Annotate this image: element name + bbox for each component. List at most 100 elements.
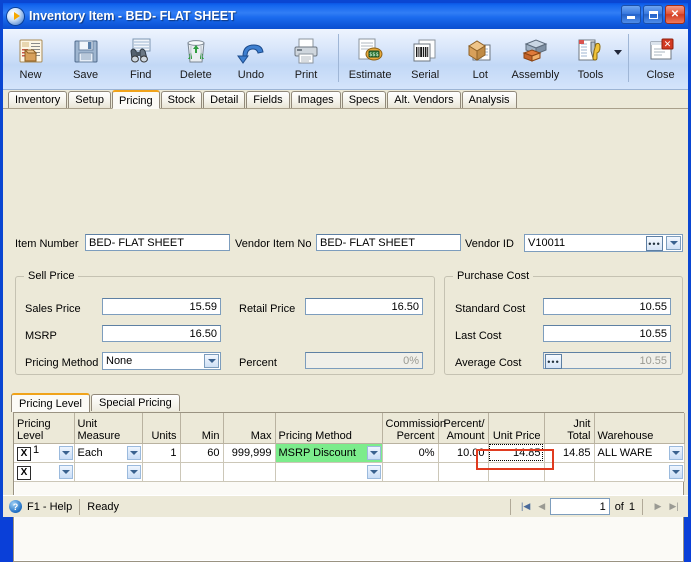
cell-units[interactable]: 1 bbox=[142, 443, 181, 463]
tab-setup[interactable]: Setup bbox=[68, 91, 111, 108]
msrp-input[interactable]: 16.50 bbox=[102, 325, 221, 342]
col-unit-total[interactable]: Jnit Total bbox=[544, 413, 595, 444]
tab-stock[interactable]: Stock bbox=[160, 91, 203, 108]
cell-unit-measure[interactable]: Each bbox=[74, 443, 143, 463]
vendor-id-combo[interactable]: V10011 ••• bbox=[524, 234, 683, 252]
pricing-level-grid[interactable]: Pricing Level Unit Measure Units Min Max… bbox=[13, 412, 685, 562]
vendor-id-dropdown-button[interactable] bbox=[666, 236, 681, 250]
tab-images[interactable]: Images bbox=[290, 91, 341, 108]
col-max[interactable]: Max bbox=[223, 413, 276, 444]
grid-tab-pricing-level[interactable]: Pricing Level bbox=[11, 393, 90, 412]
pricing-method-cell-dropdown-button[interactable] bbox=[366, 464, 381, 479]
toolbar-button-serial[interactable]: Serial bbox=[398, 32, 453, 81]
col-pricing-method[interactable]: Pricing Method bbox=[275, 413, 383, 444]
col-commission-percent[interactable]: Commission Percent bbox=[382, 413, 446, 444]
col-unit-measure[interactable]: Unit Measure bbox=[74, 413, 143, 444]
retail-price-input[interactable]: 16.50 bbox=[305, 298, 423, 315]
first-record-button[interactable]: |◀ bbox=[518, 499, 534, 514]
status-separator-1 bbox=[79, 498, 81, 515]
cell-percent-amount[interactable] bbox=[438, 462, 489, 482]
delete-row-button[interactable]: X bbox=[17, 466, 31, 480]
cell-pricing-method[interactable] bbox=[275, 462, 383, 482]
tab-inventory[interactable]: Inventory bbox=[8, 91, 68, 108]
cell-unit-measure[interactable] bbox=[74, 462, 143, 482]
tab-fields[interactable]: Fields bbox=[246, 91, 290, 108]
warehouse-dropdown-button[interactable] bbox=[668, 464, 683, 479]
toolbar-button-save[interactable]: Save bbox=[58, 32, 113, 81]
toolbar-button-new[interactable]: New bbox=[3, 32, 58, 81]
record-total: 1 bbox=[628, 500, 635, 513]
pricing-level-dropdown-button[interactable] bbox=[58, 464, 73, 479]
cell-commission-percent[interactable]: 0% bbox=[382, 443, 439, 463]
cell-units[interactable] bbox=[142, 462, 181, 482]
unit-measure-dropdown-button[interactable] bbox=[126, 445, 141, 460]
col-units[interactable]: Units bbox=[142, 413, 181, 444]
toolbar-button-assembly[interactable]: Assembly bbox=[508, 32, 563, 81]
col-pricing-level[interactable]: Pricing Level bbox=[14, 413, 75, 444]
cell-min[interactable]: 60 bbox=[180, 443, 224, 463]
next-record-button[interactable]: ▶ bbox=[650, 499, 666, 514]
close-button[interactable]: ✕ bbox=[665, 5, 685, 24]
cell-unit-price[interactable]: 14.85 bbox=[488, 443, 545, 463]
status-help-label[interactable]: F1 - Help bbox=[27, 501, 72, 513]
cell-percent-amount[interactable]: 10.00 bbox=[438, 443, 489, 463]
pricing-method-combo[interactable]: None bbox=[102, 352, 221, 370]
cell-pricing-level[interactable]: X bbox=[14, 462, 75, 482]
toolbar-label-find: Find bbox=[130, 69, 152, 81]
window-title: Inventory Item - BED- FLAT SHEET bbox=[29, 9, 236, 23]
tab-specs[interactable]: Specs bbox=[341, 91, 387, 108]
cell-warehouse[interactable]: ALL WARE bbox=[594, 443, 685, 463]
tab-detail[interactable]: Detail bbox=[203, 91, 246, 108]
grid-tab-special-pricing[interactable]: Special Pricing bbox=[90, 394, 180, 411]
toolbar-button-find[interactable]: Find bbox=[113, 32, 168, 81]
last-record-button[interactable]: ▶| bbox=[666, 499, 682, 514]
item-number-input[interactable]: BED- FLAT SHEET bbox=[85, 234, 230, 251]
previous-record-button[interactable]: ◀ bbox=[534, 499, 550, 514]
col-percent-amount[interactable]: Percent/ Amount bbox=[438, 413, 489, 444]
table-row[interactable]: X bbox=[14, 462, 685, 482]
toolbar-button-undo[interactable]: Undo bbox=[223, 32, 278, 81]
average-cost-lookup-button[interactable]: ••• bbox=[545, 354, 562, 369]
pricing-level-dropdown-button[interactable] bbox=[58, 445, 73, 460]
percent-label: Percent bbox=[239, 357, 277, 369]
delete-row-button[interactable]: X bbox=[17, 447, 31, 461]
cell-max[interactable] bbox=[223, 462, 276, 482]
tab-label: Analysis bbox=[468, 94, 510, 106]
sales-price-input[interactable]: 15.59 bbox=[102, 298, 221, 315]
toolbar-button-estimate[interactable]: $$$ Estimate bbox=[343, 32, 398, 81]
cell-unit-price[interactable] bbox=[488, 462, 545, 482]
toolbar-button-delete[interactable]: Delete bbox=[168, 32, 223, 81]
col-warehouse[interactable]: Warehouse bbox=[594, 413, 685, 444]
tab-analysis[interactable]: Analysis bbox=[461, 91, 517, 108]
toolbar-button-close[interactable]: ✕ Close bbox=[633, 32, 688, 81]
toolbar-button-print[interactable]: Print bbox=[278, 32, 333, 81]
standard-cost-input[interactable]: 10.55 bbox=[543, 298, 671, 315]
last-cost-input[interactable]: 10.55 bbox=[543, 325, 671, 342]
pricing-method-dropdown-button[interactable] bbox=[204, 354, 219, 368]
cell-unit-total[interactable] bbox=[544, 462, 595, 482]
unit-measure-dropdown-button[interactable] bbox=[126, 464, 141, 479]
cell-pricing-level[interactable]: X1 bbox=[14, 443, 75, 463]
minimize-button[interactable] bbox=[621, 5, 641, 24]
cell-commission-percent[interactable] bbox=[382, 462, 439, 482]
record-number-input[interactable]: 1 bbox=[549, 498, 610, 515]
vendor-item-no-input[interactable]: BED- FLAT SHEET bbox=[316, 234, 461, 251]
table-row[interactable]: X1 Each 1 60 999,999 MSRP Discount 0% 10… bbox=[14, 443, 685, 463]
cell-unit-total[interactable]: 14.85 bbox=[544, 443, 595, 463]
warehouse-dropdown-button[interactable] bbox=[668, 445, 683, 460]
toolbar-button-lot[interactable]: Lot bbox=[453, 32, 508, 81]
cell-warehouse[interactable] bbox=[594, 462, 685, 482]
cell-pricing-method[interactable]: MSRP Discount bbox=[275, 443, 383, 463]
main-toolbar: New Save Find Delete Undo Print $$$ Esti… bbox=[3, 29, 688, 90]
col-unit-price[interactable]: Unit Price bbox=[488, 413, 545, 444]
vendor-id-lookup-button[interactable]: ••• bbox=[646, 236, 663, 251]
col-min[interactable]: Min bbox=[180, 413, 224, 444]
cell-max[interactable]: 999,999 bbox=[223, 443, 276, 463]
tools-dropdown-icon[interactable] bbox=[614, 50, 623, 55]
maximize-button[interactable] bbox=[643, 5, 663, 24]
cell-min[interactable] bbox=[180, 462, 224, 482]
tab-alt-vendors[interactable]: Alt. Vendors bbox=[387, 91, 461, 108]
toolbar-button-tools[interactable]: Tools bbox=[563, 32, 618, 81]
tab-pricing[interactable]: Pricing bbox=[112, 90, 160, 109]
pricing-method-cell-dropdown-button[interactable] bbox=[366, 445, 381, 460]
